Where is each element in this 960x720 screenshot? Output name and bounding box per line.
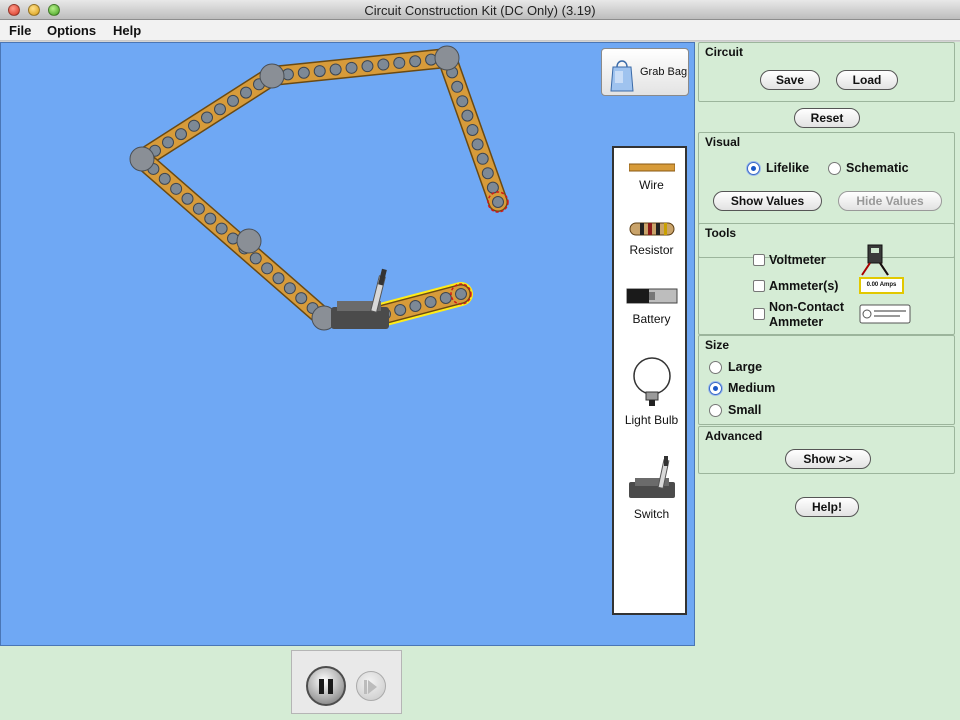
voltmeter-icon — [861, 244, 889, 276]
show-values-button[interactable]: Show Values — [713, 191, 822, 211]
tool-light-bulb[interactable]: Light Bulb — [614, 356, 689, 427]
size-medium-radio[interactable] — [709, 382, 722, 395]
menu-options[interactable]: Options — [47, 23, 96, 38]
non-contact-ammeter-icon — [859, 304, 911, 324]
tool-wire-label: Wire — [639, 178, 664, 192]
battery-icon — [626, 288, 677, 304]
menu-file[interactable]: File — [9, 23, 31, 38]
lifelike-radio[interactable] — [747, 162, 760, 175]
help-button[interactable]: Help! — [795, 497, 859, 517]
non-contact-ammeter-checkbox[interactable] — [753, 308, 765, 320]
switch-icon — [628, 456, 675, 498]
tool-light-bulb-label: Light Bulb — [624, 413, 679, 427]
size-large-radio[interactable] — [709, 361, 722, 374]
advanced-section: Advanced Show >> — [698, 426, 955, 474]
size-small-radio[interactable] — [709, 404, 722, 417]
tool-switch[interactable]: Switch — [614, 456, 689, 521]
pause-icon — [328, 679, 333, 694]
light-bulb-icon — [632, 357, 671, 406]
wire-junction[interactable] — [236, 228, 262, 254]
circuit-section: Circuit Save Load — [698, 42, 955, 102]
ammeters-label: Ammeter(s) — [769, 279, 839, 293]
battery-wire[interactable] — [373, 282, 473, 326]
tool-switch-label: Switch — [633, 507, 670, 521]
tool-battery[interactable]: Battery — [614, 285, 689, 326]
tool-resistor[interactable]: Resistor — [614, 220, 689, 257]
ammeters-checkbox[interactable] — [753, 280, 765, 292]
section-title-size: Size — [705, 338, 730, 352]
size-large-label: Large — [728, 360, 763, 374]
tool-battery-label: Battery — [632, 312, 671, 326]
advanced-show-button[interactable]: Show >> — [785, 449, 871, 469]
ammeter-label: Ammeter — [769, 315, 824, 329]
wire-icon — [628, 163, 675, 172]
schematic-label: Schematic — [846, 161, 909, 175]
size-medium-label: Medium — [728, 381, 776, 395]
non-contact-label: Non-Contact — [769, 300, 844, 314]
grab-bag-button[interactable]: Grab Bag — [601, 48, 689, 96]
tools-section: Tools Voltmeter Ammeter(s) 0.00 Amps Non… — [698, 223, 955, 335]
size-section: Size Large Medium Small — [698, 335, 955, 425]
clock-controls — [291, 650, 402, 714]
component-toolbox: Wire Resistor Battery Light Bulb Switch — [612, 146, 687, 615]
title-bar: Circuit Construction Kit (DC Only) (3.19… — [0, 0, 960, 20]
pause-button[interactable] — [306, 666, 346, 706]
step-icon — [368, 680, 377, 694]
wire-upper-left[interactable] — [132, 66, 282, 169]
size-small-label: Small — [728, 403, 762, 417]
schematic-radio[interactable] — [828, 162, 841, 175]
menu-bar: File Options Help — [0, 20, 960, 41]
ammeter-icon: 0.00 Amps — [859, 277, 904, 294]
pause-icon — [319, 679, 324, 694]
wire-top[interactable] — [262, 48, 457, 86]
voltmeter-checkbox[interactable] — [753, 254, 765, 266]
lifelike-label: Lifelike — [766, 161, 810, 175]
wire-junction[interactable] — [259, 63, 285, 89]
circuit-play-area[interactable]: Grab Bag Wire Resistor Battery Light Bul… — [0, 42, 695, 646]
circuit-switch[interactable] — [331, 268, 389, 329]
section-title-circuit: Circuit — [705, 45, 744, 59]
resistor-icon — [629, 222, 674, 236]
reset-button[interactable]: Reset — [794, 108, 860, 128]
grab-bag-label: Grab Bag — [640, 66, 688, 78]
hide-values-button: Hide Values — [838, 191, 942, 211]
circuit-canvas[interactable] — [1, 43, 696, 647]
save-button[interactable]: Save — [760, 70, 820, 90]
wire-right[interactable] — [437, 48, 508, 212]
control-panel: Circuit Save Load Reset Visual Lifelike … — [695, 42, 960, 720]
section-title-visual: Visual — [705, 135, 741, 149]
tool-resistor-label: Resistor — [629, 243, 674, 257]
wire-lower-left[interactable] — [132, 149, 334, 328]
step-button[interactable] — [356, 671, 386, 701]
menu-help[interactable]: Help — [113, 23, 141, 38]
tool-wire[interactable]: Wire — [614, 160, 689, 192]
load-button[interactable]: Load — [836, 70, 898, 90]
window-title: Circuit Construction Kit (DC Only) (3.19… — [364, 3, 596, 18]
wire-junction[interactable] — [129, 146, 155, 172]
wire-junction[interactable] — [434, 45, 460, 71]
voltmeter-label: Voltmeter — [769, 253, 826, 267]
step-icon — [364, 680, 367, 694]
section-title-tools: Tools — [705, 226, 737, 240]
section-title-advanced: Advanced — [705, 429, 763, 443]
grab-bag-icon — [610, 60, 634, 92]
